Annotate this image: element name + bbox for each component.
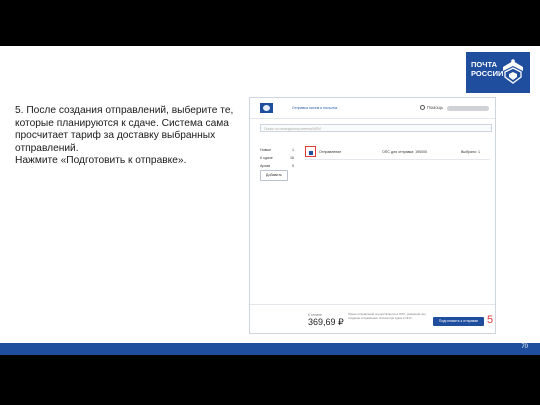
shipment-label: Отправление <box>319 150 342 154</box>
instruction-action: Нажмите «Подготовить к отправке». <box>15 155 187 167</box>
selected-count: Выбрано: 1 <box>461 150 481 154</box>
sidebar-item-label: Новые <box>260 148 272 152</box>
app-logo <box>260 103 273 113</box>
logo-text: ПОЧТА РОССИИ <box>471 60 504 78</box>
add-button[interactable]: Добавить <box>260 170 288 181</box>
instruction-paragraph: 5. После создания отправлений, выберите … <box>15 105 234 154</box>
instruction-text: 5. После создания отправлений, выберите … <box>15 105 245 168</box>
search-input[interactable]: Поиск по номеру/получателю/ШПИ <box>260 124 492 132</box>
sidebar-nav: Новые 1 К сдаче 16 Архив 0 <box>260 147 294 171</box>
sidebar-item-new[interactable]: Новые 1 <box>260 147 294 155</box>
shipment-office[interactable]: ОПС для отправки: 190000 <box>382 150 427 154</box>
app-header: Отправка писем и посылок Помощь <box>250 98 495 119</box>
sidebar-item-label: К сдаче <box>260 156 273 160</box>
shipment-row[interactable]: Отправление ОПС для отправки: 190000 Выб… <box>305 145 490 160</box>
sidebar-item-count: 1 <box>292 148 294 152</box>
help-link[interactable]: Помощь <box>420 105 444 111</box>
checkbox-highlight <box>305 146 316 157</box>
info-note: Прием отправлений осуществляется в ОПС, … <box>348 312 426 320</box>
prepare-to-send-button[interactable]: Подготовить к отправке <box>433 317 484 326</box>
total-value: 369,69 ₽ <box>308 317 344 327</box>
step-marker: 5 <box>487 314 494 326</box>
app-title: Отправка писем и посылок <box>292 106 338 110</box>
sidebar-item-to-hand-over[interactable]: К сдаче 16 <box>260 155 294 163</box>
sidebar-item-count: 16 <box>290 156 294 160</box>
russian-post-logo: ПОЧТА РОССИИ <box>466 52 530 93</box>
app-screenshot: Отправка писем и посылок Помощь Поиск по… <box>249 97 496 334</box>
eagle-emblem-icon <box>503 59 523 84</box>
user-menu[interactable] <box>447 106 489 111</box>
sidebar-item-label: Архив <box>260 164 271 168</box>
checkout-bar: К оплате 369,69 ₽ Прием отправлений осущ… <box>250 304 495 333</box>
select-checkbox[interactable] <box>309 151 313 155</box>
page-number: 70 <box>521 344 528 350</box>
footer-bar: 70 <box>0 343 540 355</box>
sidebar-item-count: 0 <box>292 164 294 168</box>
help-label: Помощь <box>427 105 444 110</box>
help-icon <box>420 105 425 111</box>
